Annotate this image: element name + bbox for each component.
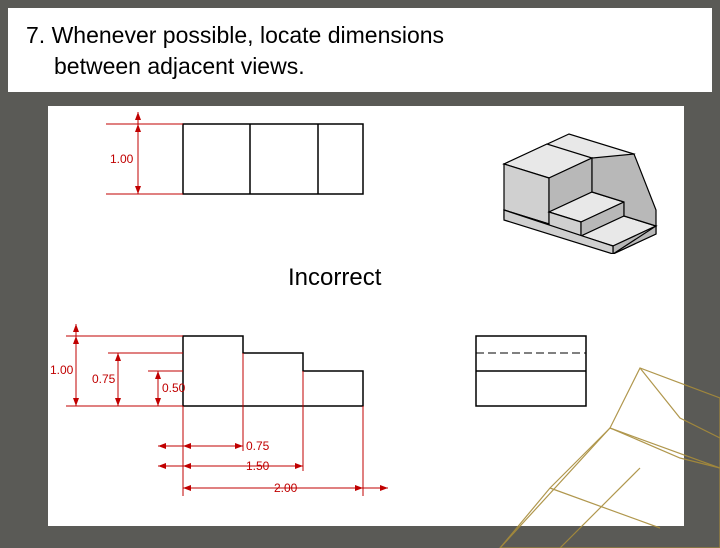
- drawing-canvas: 1.00 Incorrect: [48, 106, 684, 526]
- top-view: 1.00: [58, 106, 378, 226]
- dim-step-h1: 0.75: [92, 372, 116, 386]
- front-view: 1.00 0.75 0.50 0.75 1.50: [48, 306, 408, 516]
- dim-top-depth: 1.00: [110, 152, 134, 166]
- rule-text-line1: 7. Whenever possible, locate dimensions: [26, 20, 694, 51]
- dim-front-h: 1.00: [50, 363, 74, 377]
- dim-step-h2: 0.50: [162, 381, 186, 395]
- rule-header: 7. Whenever possible, locate dimensions …: [8, 8, 712, 92]
- side-view: [466, 331, 606, 431]
- dim-x2: 1.50: [246, 459, 270, 473]
- isometric-view: [474, 114, 674, 254]
- incorrect-label: Incorrect: [288, 264, 381, 292]
- dim-x1: 0.75: [246, 439, 270, 453]
- rule-text-line2: between adjacent views.: [26, 51, 694, 82]
- dim-total-w: 2.00: [274, 481, 298, 495]
